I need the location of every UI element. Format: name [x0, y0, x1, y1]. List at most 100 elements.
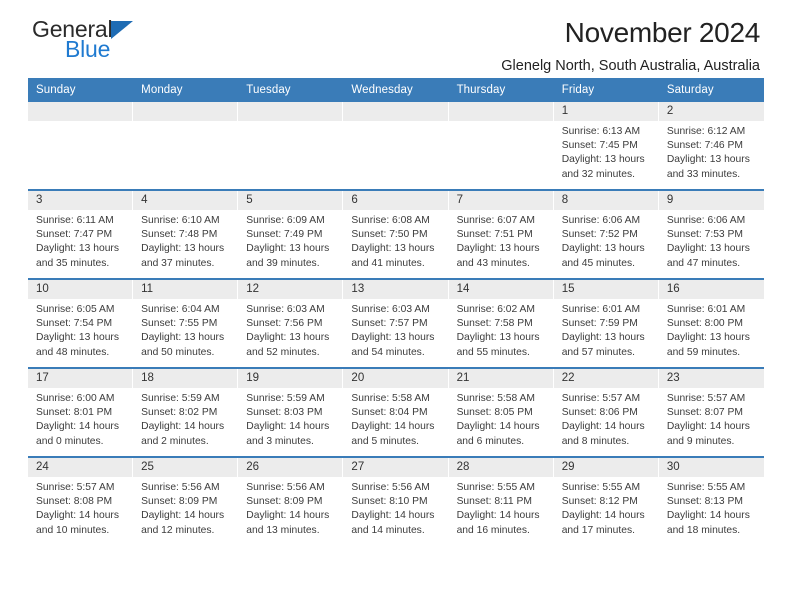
day-cell[interactable]: 26 Sunrise: 5:56 AM Sunset: 8:09 PM Dayligh… [238, 458, 344, 545]
day-cell[interactable]: 17 Sunrise: 6:00 AM Sunset: 8:01 PM Dayligh… [28, 369, 134, 456]
brand-logo[interactable]: General Blue [28, 18, 134, 61]
day-cell-empty [343, 102, 449, 189]
sunset-text: Sunset: 8:03 PM [246, 407, 323, 419]
day-number: 12 [238, 280, 343, 299]
day-sun-info: Sunrise: 6:03 AM Sunset: 7:57 PM Daylight:… [343, 299, 447, 360]
day-cell[interactable]: 6 Sunrise: 6:08 AM Sunset: 7:50 PM Daylight… [343, 191, 449, 278]
day-cell[interactable]: 11 Sunrise: 6:04 AM Sunset: 7:55 PM Dayligh… [133, 280, 239, 367]
day-cell[interactable]: 3 Sunrise: 6:11 AM Sunset: 7:47 PM Daylight… [28, 191, 134, 278]
sunset-text: Sunset: 7:57 PM [351, 318, 428, 330]
sunrise-text: Sunrise: 6:03 AM [246, 304, 325, 315]
calendar-week-row: 24 Sunrise: 5:57 AM Sunset: 8:08 PM Dayligh… [28, 456, 764, 545]
day-cell[interactable]: 25 Sunrise: 5:56 AM Sunset: 8:09 PM Dayligh… [133, 458, 239, 545]
weekday-header-sunday: Sunday [36, 84, 76, 96]
day-cell[interactable]: 2 Sunrise: 6:12 AM Sunset: 7:46 PM Daylight… [658, 102, 764, 189]
day-cell[interactable]: 9 Sunrise: 6:06 AM Sunset: 7:53 PM Daylight… [658, 191, 764, 278]
calendar-grid: Sunday Monday Tuesday Wednesday Thursday Frid… [28, 78, 764, 545]
sunset-text: Sunset: 7:46 PM [666, 140, 743, 152]
day-number: 13 [343, 280, 448, 299]
weekday-header-row: Sunday Monday Tuesday Wednesday Thursday Frid… [28, 78, 764, 102]
daylight-text: Daylight: 14 hours and 6 minutes. [456, 421, 540, 447]
weekday-header-tuesday: Tuesday [246, 84, 291, 96]
day-sun-info: Sunrise: 5:57 AM Sunset: 8:07 PM Daylight:… [659, 388, 764, 449]
day-number: 28 [448, 458, 553, 477]
daylight-text: Daylight: 13 hours and 52 minutes. [246, 332, 330, 358]
sunrise-text: Sunrise: 5:55 AM [456, 482, 535, 493]
sunrise-text: Sunrise: 5:57 AM [36, 482, 115, 493]
sunset-text: Sunset: 8:08 PM [36, 496, 113, 508]
day-cell[interactable]: 19 Sunrise: 5:59 AM Sunset: 8:03 PM Dayligh… [238, 369, 344, 456]
day-number: 20 [343, 369, 448, 388]
day-cell-empty [28, 102, 134, 189]
day-cell[interactable]: 23 Sunrise: 5:57 AM Sunset: 8:07 PM Dayligh… [658, 369, 764, 456]
day-sun-info: Sunrise: 6:01 AM Sunset: 8:00 PM Daylight:… [659, 299, 764, 360]
location-subtitle: Glenelg North, South Australia, Australi… [501, 57, 760, 74]
sunset-text: Sunset: 8:05 PM [456, 407, 533, 419]
daylight-text: Daylight: 13 hours and 59 minutes. [666, 332, 750, 358]
day-cell[interactable]: 28 Sunrise: 5:55 AM Sunset: 8:11 PM Dayligh… [448, 458, 554, 545]
day-number: 25 [133, 458, 238, 477]
day-sun-info: Sunrise: 5:56 AM Sunset: 8:10 PM Daylight:… [343, 477, 447, 538]
daylight-text: Daylight: 14 hours and 2 minutes. [141, 421, 225, 447]
day-number: 5 [238, 191, 343, 210]
day-cell[interactable]: 30 Sunrise: 5:55 AM Sunset: 8:13 PM Dayligh… [658, 458, 764, 545]
weekday-header-thursday: Thursday [456, 84, 506, 96]
sunrise-text: Sunrise: 6:01 AM [666, 304, 746, 315]
daylight-text: Daylight: 13 hours and 39 minutes. [246, 243, 330, 269]
day-number: 1 [553, 102, 658, 121]
day-number: 16 [658, 280, 764, 299]
day-cell[interactable]: 4 Sunrise: 6:10 AM Sunset: 7:48 PM Daylight… [133, 191, 239, 278]
day-cell[interactable]: 29 Sunrise: 5:55 AM Sunset: 8:12 PM Dayligh… [553, 458, 659, 545]
day-sun-info: Sunrise: 6:10 AM Sunset: 7:48 PM Daylight:… [133, 210, 237, 271]
day-sun-info: Sunrise: 6:05 AM Sunset: 7:54 PM Daylight:… [28, 299, 132, 360]
sunrise-text: Sunrise: 6:06 AM [666, 215, 746, 226]
day-sun-info: Sunrise: 5:55 AM Sunset: 8:13 PM Daylight:… [659, 477, 764, 538]
sunrise-text: Sunrise: 5:59 AM [141, 393, 220, 404]
day-sun-info: Sunrise: 5:55 AM Sunset: 8:11 PM Daylight:… [449, 477, 553, 538]
day-cell[interactable]: 24 Sunrise: 5:57 AM Sunset: 8:08 PM Dayligh… [28, 458, 134, 545]
day-cell[interactable]: 22 Sunrise: 5:57 AM Sunset: 8:06 PM Dayligh… [553, 369, 659, 456]
sunrise-text: Sunrise: 6:05 AM [36, 304, 115, 315]
daylight-text: Daylight: 13 hours and 57 minutes. [561, 332, 645, 358]
day-cell[interactable]: 7 Sunrise: 6:07 AM Sunset: 7:51 PM Daylight… [448, 191, 554, 278]
sunrise-text: Sunrise: 6:06 AM [561, 215, 641, 226]
day-cell[interactable]: 18 Sunrise: 5:59 AM Sunset: 8:02 PM Dayligh… [133, 369, 239, 456]
day-cell[interactable]: 10 Sunrise: 6:05 AM Sunset: 7:54 PM Dayligh… [28, 280, 134, 367]
day-cell[interactable]: 20 Sunrise: 5:58 AM Sunset: 8:04 PM Dayligh… [343, 369, 449, 456]
day-cell[interactable]: 5 Sunrise: 6:09 AM Sunset: 7:49 PM Daylight… [238, 191, 344, 278]
weekday-header-saturday: Saturday [666, 84, 714, 96]
day-number: 2 [658, 102, 764, 121]
calendar-week-row: 10 Sunrise: 6:05 AM Sunset: 7:54 PM Dayligh… [28, 278, 764, 367]
day-cell[interactable]: 14 Sunrise: 6:02 AM Sunset: 7:58 PM Dayligh… [448, 280, 554, 367]
day-cell[interactable]: 1 Sunrise: 6:13 AM Sunset: 7:45 PM Daylight… [553, 102, 659, 189]
sunrise-text: Sunrise: 5:57 AM [666, 393, 746, 404]
day-cell[interactable]: 13 Sunrise: 6:03 AM Sunset: 7:57 PM Dayligh… [343, 280, 449, 367]
day-cell[interactable]: 21 Sunrise: 5:58 AM Sunset: 8:05 PM Dayligh… [448, 369, 554, 456]
day-cell[interactable]: 15 Sunrise: 6:01 AM Sunset: 7:59 PM Dayligh… [553, 280, 659, 367]
sunset-text: Sunset: 7:56 PM [246, 318, 323, 330]
day-number: 23 [658, 369, 764, 388]
day-sun-info: Sunrise: 5:56 AM Sunset: 8:09 PM Daylight:… [238, 477, 342, 538]
sunrise-text: Sunrise: 6:09 AM [246, 215, 325, 226]
weekday-header-wednesday: Wednesday [351, 84, 413, 96]
day-sun-info: Sunrise: 6:13 AM Sunset: 7:45 PM Daylight:… [554, 121, 658, 182]
day-cell[interactable]: 12 Sunrise: 6:03 AM Sunset: 7:56 PM Dayligh… [238, 280, 344, 367]
sunset-text: Sunset: 8:02 PM [141, 407, 218, 419]
day-cell[interactable]: 16 Sunrise: 6:01 AM Sunset: 8:00 PM Dayligh… [658, 280, 764, 367]
sunset-text: Sunset: 7:47 PM [36, 229, 113, 241]
sunset-text: Sunset: 7:55 PM [141, 318, 218, 330]
sunset-text: Sunset: 7:58 PM [456, 318, 533, 330]
daylight-text: Daylight: 13 hours and 55 minutes. [456, 332, 540, 358]
sunset-text: Sunset: 7:51 PM [456, 229, 533, 241]
day-cell[interactable]: 27 Sunrise: 5:56 AM Sunset: 8:10 PM Dayligh… [343, 458, 449, 545]
day-cell[interactable]: 8 Sunrise: 6:06 AM Sunset: 7:52 PM Daylight… [553, 191, 659, 278]
daylight-text: Daylight: 14 hours and 5 minutes. [351, 421, 435, 447]
day-sun-info: Sunrise: 5:56 AM Sunset: 8:09 PM Daylight:… [133, 477, 237, 538]
sunset-text: Sunset: 8:13 PM [666, 496, 743, 508]
day-number: 10 [28, 280, 133, 299]
sunrise-text: Sunrise: 6:08 AM [351, 215, 430, 226]
day-cell-empty [238, 102, 344, 189]
daylight-text: Daylight: 13 hours and 33 minutes. [666, 154, 750, 180]
sunset-text: Sunset: 8:10 PM [351, 496, 428, 508]
day-sun-info: Sunrise: 5:57 AM Sunset: 8:06 PM Daylight:… [554, 388, 658, 449]
